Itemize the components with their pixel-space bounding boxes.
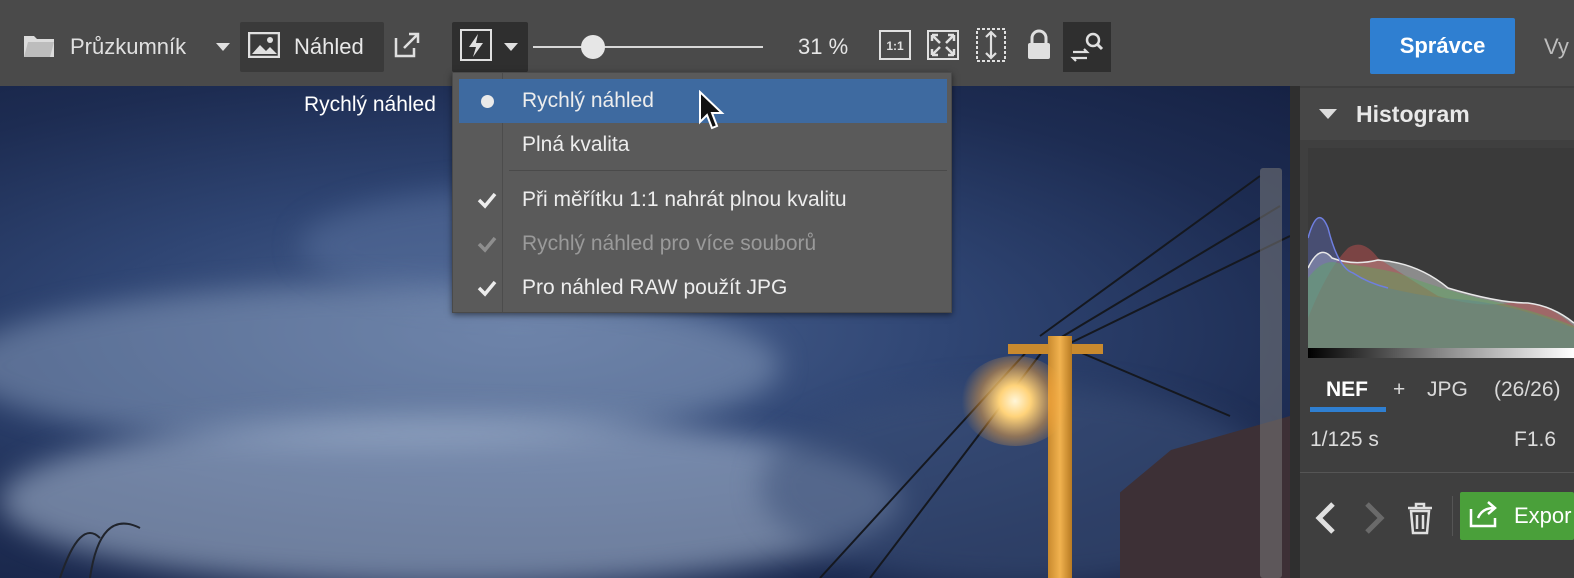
folder-icon [22,30,56,65]
checkmark-icon [475,276,499,300]
zoom-slider-track[interactable] [533,46,763,48]
file-count: (26/26) [1494,378,1561,401]
image-icon [247,31,281,63]
aperture-value: F1.6 [1514,428,1557,451]
explorer-label: Průzkumník [70,34,187,59]
format-tab-nef[interactable]: NEF [1326,378,1368,402]
export-button[interactable]: Expor [1460,492,1574,540]
manager-button[interactable]: Správce [1370,18,1515,74]
svg-text:1:1: 1:1 [886,39,904,53]
actual-size-icon[interactable]: 1:1 [878,28,912,62]
menu-item-label: Pro náhled RAW použít JPG [522,276,788,299]
panel-divider [1452,496,1453,536]
menu-item-fast-preview-multiple: Rychlý náhled pro více souborů [459,222,947,266]
histogram-graph [1307,148,1574,348]
compare-zoom-icon[interactable] [1063,22,1111,72]
trash-icon[interactable] [1404,498,1436,538]
menu-separator [509,170,947,171]
preview-label: Náhled [294,34,364,59]
menu-item-label: Rychlý náhled pro více souborů [522,232,817,255]
lock-icon[interactable] [1022,28,1056,62]
zoom-value: 31 % [798,34,849,59]
export-icon [1468,499,1502,534]
shutter-speed: 1/125 s [1310,428,1379,451]
explorer-chevron-down-icon[interactable] [216,43,230,51]
checkmark-icon [475,188,499,212]
menu-item-label: Plná kvalita [522,133,630,156]
format-tab-underline [1310,407,1386,412]
previous-image-icon[interactable] [1310,498,1342,538]
next-mode-tab[interactable]: Vy [1544,34,1569,60]
photo-street-lamp [960,356,1070,446]
radio-dot-icon [475,89,499,113]
mouse-cursor-icon [698,89,726,137]
zoom-slider-handle[interactable] [580,35,605,59]
explorer-button[interactable]: Průzkumník [22,22,186,72]
viewport-scrollbar[interactable] [1260,168,1282,578]
panel-separator [1300,472,1574,473]
fast-preview-chevron-down-icon[interactable] [504,43,518,51]
export-label: Expor [1514,503,1572,528]
collapse-triangle-icon[interactable] [1319,109,1337,119]
preview-button[interactable]: Náhled [240,22,384,72]
checkmark-icon [475,232,499,256]
fit-height-icon[interactable] [974,28,1008,62]
menu-item-label: Rychlý náhled [522,89,654,112]
histogram-title: Histogram [1356,101,1470,127]
format-plus: + [1393,378,1406,401]
menu-item-raw-use-jpg[interactable]: Pro náhled RAW použít JPG [459,266,947,310]
next-image-icon[interactable] [1358,498,1390,538]
menu-item-full-quality-at-1-1[interactable]: Při měřítku 1:1 nahrát plnou kvalitu [459,178,947,222]
lightning-icon [460,28,492,66]
fit-to-screen-icon[interactable] [926,28,960,62]
menu-item-label: Při měřítku 1:1 nahrát plnou kvalitu [522,188,847,211]
preview-mode-overlay: Rychlý náhled [304,93,436,116]
format-tab-jpg[interactable]: JPG [1427,378,1468,402]
open-external-icon[interactable] [392,30,422,60]
histogram-gradient-bar [1308,348,1574,358]
